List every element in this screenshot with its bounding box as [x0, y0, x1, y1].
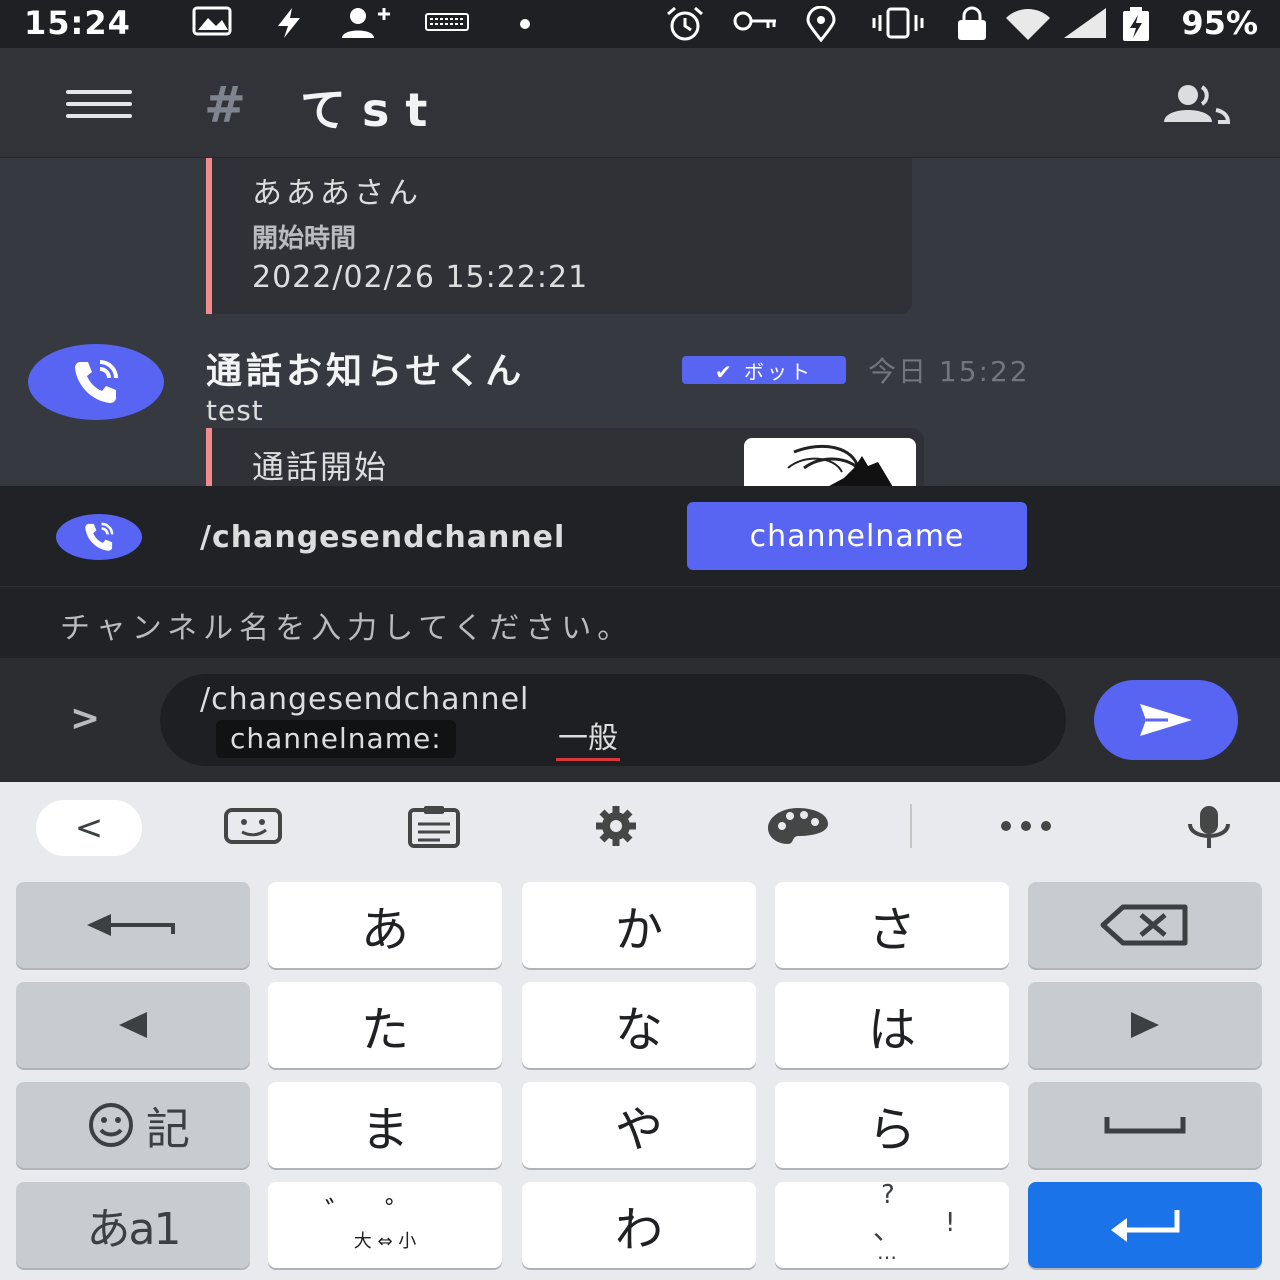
embed-title: 通話開始 — [252, 448, 389, 486]
microphone-icon[interactable] — [1182, 806, 1236, 852]
theme-palette-icon[interactable] — [766, 806, 830, 850]
vpn-key-icon — [732, 6, 778, 45]
send-icon — [1140, 704, 1192, 736]
status-time: 15:24 — [24, 4, 131, 42]
emoji-symbol-key[interactable]: 記 — [16, 1082, 250, 1168]
key-ra[interactable]: ら — [775, 1082, 1009, 1168]
clipboard-icon[interactable] — [404, 806, 464, 852]
enter-key[interactable] — [1028, 1182, 1262, 1268]
expand-button[interactable]: > — [70, 698, 100, 739]
input-mode-key[interactable]: あa1 — [16, 1182, 250, 1268]
key-sa[interactable]: さ — [775, 882, 1009, 968]
message-input[interactable]: /changesendchannel channelname: 一般 — [160, 674, 1159, 766]
space-icon — [1104, 1117, 1186, 1134]
arrow-back-icon — [87, 914, 175, 936]
cursor-left-key[interactable] — [16, 982, 250, 1068]
message-author[interactable]: 通話お知らせくん — [206, 342, 525, 394]
command-text: /changesendchannel — [200, 682, 530, 717]
message-text: test — [206, 394, 264, 427]
toolbar-divider — [910, 804, 912, 848]
status-bar: 15:24 95% — [0, 0, 1280, 48]
members-icon[interactable] — [1156, 84, 1232, 128]
software-keyboard: < あ か さ た な は 記 ま や ら あa1 ゛゜ 大 ⇔ 小 わ ? 、… — [0, 782, 1280, 1280]
keyboard-toolbar: < — [0, 782, 1280, 874]
embed-previous: あああさん 開始時間 2022/02/26 15:22:21 — [206, 158, 912, 314]
wifi-icon — [1004, 6, 1052, 51]
punct-excl: ! — [945, 1208, 956, 1238]
channel-hash-icon: # — [204, 76, 246, 134]
kigou-label: 記 — [146, 1104, 190, 1155]
option-description-text: チャンネル名を入力してください。 — [60, 611, 634, 646]
key-a[interactable]: あ — [268, 882, 502, 968]
toolbar-back-button[interactable]: < — [36, 800, 142, 856]
sticker-icon[interactable] — [222, 806, 286, 850]
keyboard-icon — [424, 6, 470, 45]
channel-header: # てst — [0, 48, 1280, 158]
smiley-icon — [89, 1103, 133, 1147]
option-value[interactable]: 一般 — [556, 720, 620, 761]
command-name: /changesendchannel — [200, 520, 566, 555]
key-ma[interactable]: ま — [268, 1082, 502, 1168]
daishou-label: 大 ⇔ 小 — [353, 1231, 417, 1252]
dakuten-label: ゛゜ — [325, 1196, 445, 1231]
image-icon — [192, 6, 232, 45]
battery-charging-icon — [1120, 6, 1152, 51]
backspace-key[interactable] — [1028, 882, 1262, 968]
key-wa[interactable]: わ — [522, 1182, 756, 1268]
triangle-right-icon — [1131, 1012, 1159, 1038]
dakuten-key[interactable]: ゛゜ 大 ⇔ 小 — [268, 1182, 502, 1268]
settings-gear-icon[interactable] — [586, 806, 646, 850]
phone-ringing-icon — [85, 522, 114, 551]
lock-icon — [954, 6, 990, 51]
bot-avatar[interactable] — [28, 344, 164, 420]
punct-top: ? — [881, 1180, 895, 1210]
space-key[interactable] — [1028, 1082, 1262, 1168]
channel-title: てst — [300, 83, 444, 137]
punct-bottom: … — [877, 1240, 897, 1264]
option-label[interactable]: channelname: — [216, 720, 456, 758]
key-na[interactable]: な — [522, 982, 756, 1068]
triangle-left-icon — [119, 1012, 147, 1038]
embed-field-label: 開始時間 — [252, 224, 357, 254]
alarm-icon — [664, 6, 706, 51]
bot-avatar-small — [56, 514, 142, 560]
message-list[interactable]: あああさん 開始時間 2022/02/26 15:22:21 通話お知らせくん … — [0, 158, 1280, 486]
vibrate-icon — [868, 6, 928, 49]
embed-call-start: 通話開始 — [206, 428, 924, 486]
embed-field-value: 2022/02/26 15:22:21 — [252, 260, 589, 295]
phone-ringing-icon — [75, 360, 118, 403]
dot-icon — [518, 6, 532, 49]
command-option-description: チャンネル名を入力してください。 — [0, 586, 1280, 658]
undo-key[interactable] — [16, 882, 250, 968]
cursor-right-key[interactable] — [1028, 982, 1262, 1068]
backspace-icon — [1100, 904, 1188, 946]
add-user-icon — [340, 6, 396, 49]
embed-user-name: あああさん — [252, 176, 422, 211]
key-ka[interactable]: か — [522, 882, 756, 968]
send-button[interactable] — [1094, 680, 1238, 760]
location-icon — [804, 5, 838, 51]
signal-icon — [1062, 6, 1108, 49]
menu-icon[interactable] — [66, 90, 132, 118]
flash-icon — [272, 6, 306, 49]
enter-icon — [1111, 1210, 1180, 1242]
key-ta[interactable]: た — [268, 982, 502, 1068]
key-ya[interactable]: や — [522, 1082, 756, 1168]
command-suggestion[interactable]: /changesendchannel channelname — [0, 486, 1280, 586]
command-option-chip[interactable]: channelname — [687, 502, 1027, 570]
message-timestamp: 今日 15:22 — [868, 355, 1030, 388]
more-icon[interactable] — [996, 806, 1056, 850]
bot-badge: ✔ ボット — [682, 356, 846, 384]
embed-thumbnail[interactable] — [744, 438, 916, 486]
battery-level: 95% — [1181, 4, 1258, 42]
input-mode-label: あa1 — [86, 1204, 182, 1255]
key-ha[interactable]: は — [775, 982, 1009, 1068]
punctuation-key[interactable]: ? 、 ! … — [775, 1180, 1009, 1268]
message-composer: > /changesendchannel channelname: 一般 — [0, 658, 1280, 782]
